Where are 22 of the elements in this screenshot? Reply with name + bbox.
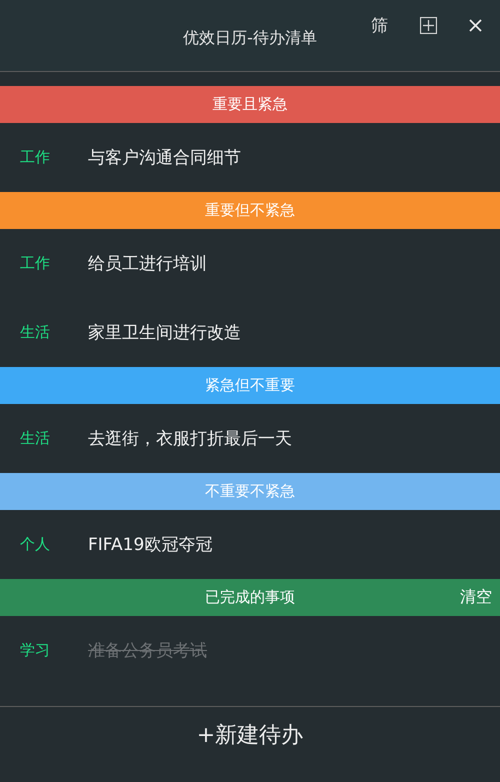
close-icon[interactable]: [469, 19, 482, 32]
category-tag: 工作: [0, 148, 88, 167]
section-title: 重要但不紧急: [205, 201, 295, 220]
todo-text[interactable]: 给员工进行培训: [88, 252, 207, 275]
section-title: 重要且紧急: [212, 95, 288, 114]
category-tag: 学习: [0, 641, 88, 660]
new-todo-button[interactable]: +新建待办: [192, 717, 308, 753]
grid-icon[interactable]: [420, 17, 437, 34]
clear-button[interactable]: 清空: [460, 587, 492, 608]
todo-text[interactable]: 家里卫生间进行改造: [88, 321, 241, 344]
window-title: 优效日历-待办清单: [183, 28, 317, 49]
category-tag: 生活: [0, 323, 88, 342]
section-title: 紧急但不重要: [205, 376, 295, 395]
category-tag: 生活: [0, 429, 88, 448]
todo-text[interactable]: 与客户沟通合同细节: [88, 146, 241, 169]
category-tag: 个人: [0, 535, 88, 554]
category-tag: 工作: [0, 254, 88, 273]
todo-text[interactable]: 去逛街，衣服打折最后一天: [88, 427, 292, 450]
todo-text[interactable]: FIFA19欧冠夺冠: [88, 533, 212, 556]
section-title: 不重要不紧急: [205, 482, 295, 501]
filter-button[interactable]: 筛: [371, 14, 388, 37]
section-title: 已完成的事项: [205, 588, 295, 607]
